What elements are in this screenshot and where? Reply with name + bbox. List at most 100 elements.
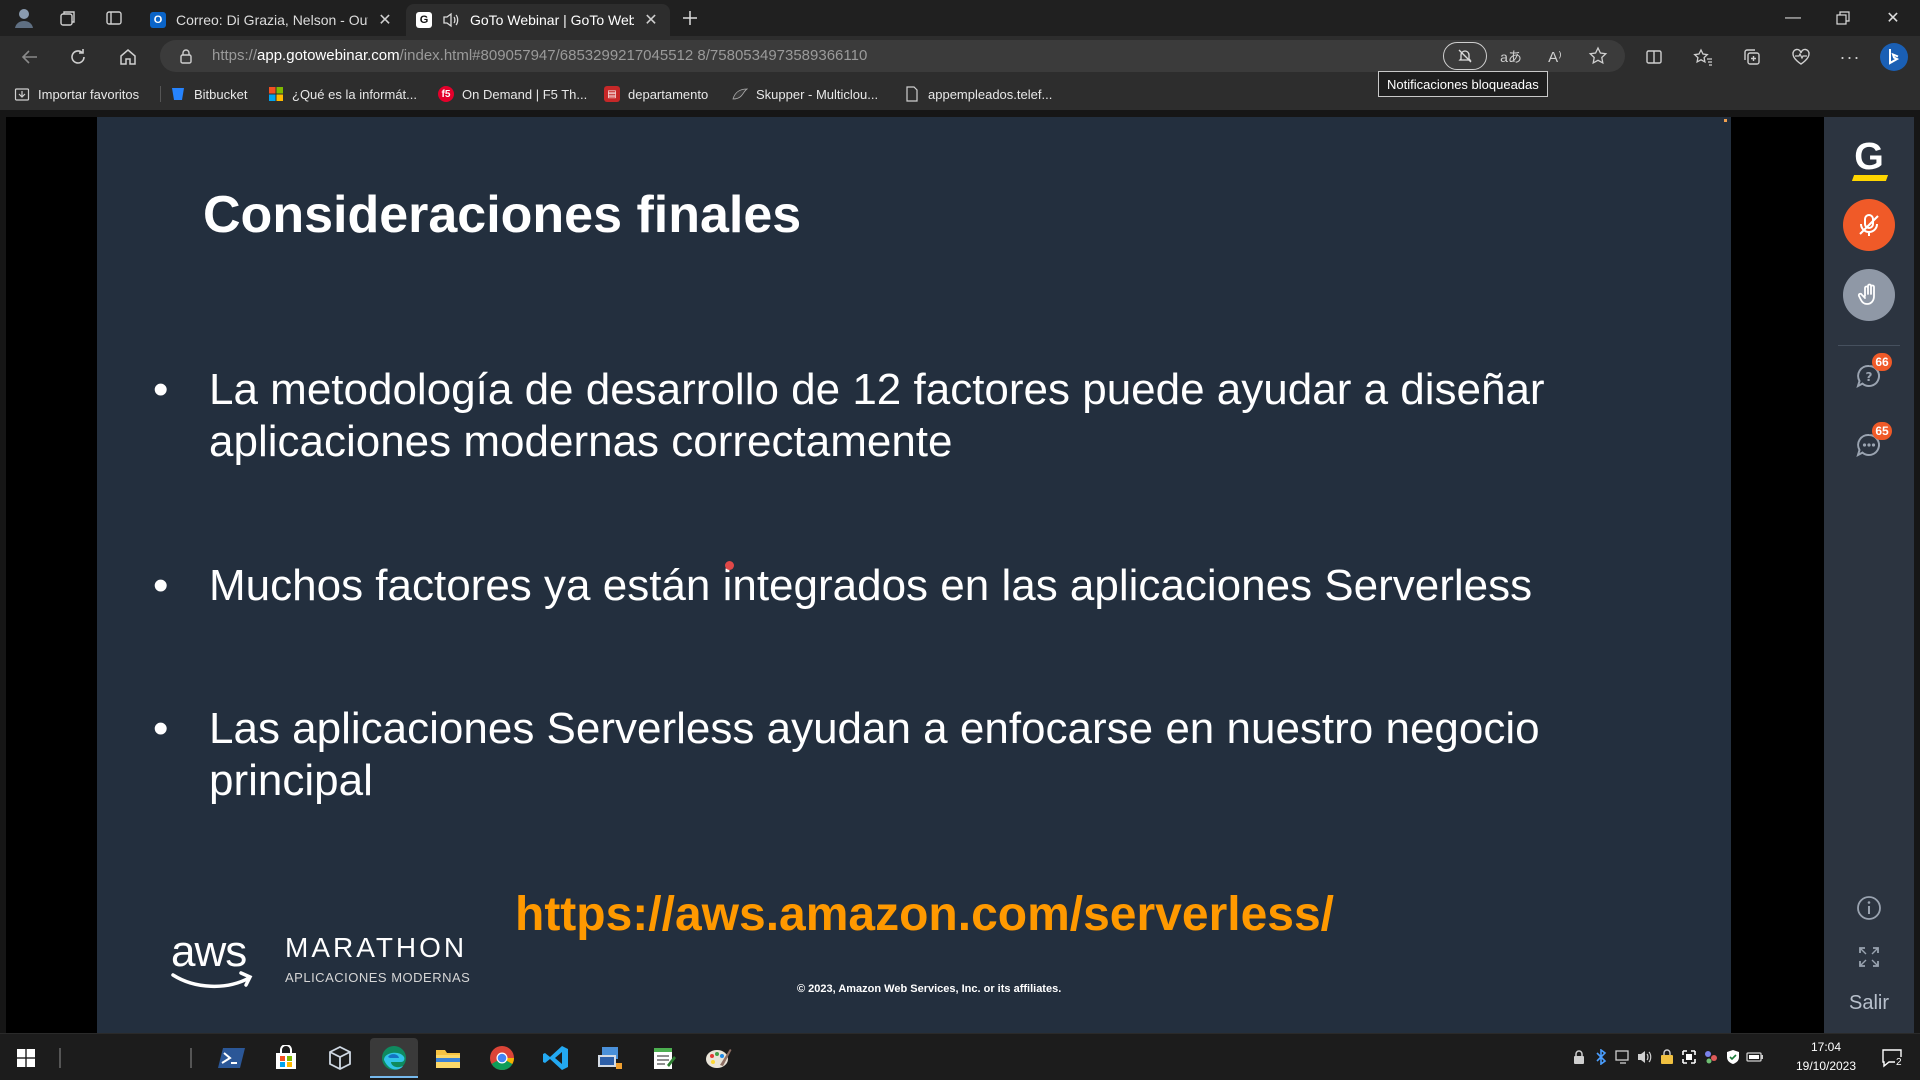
- presentation-slide: Consideraciones finales • La metodología…: [97, 117, 1731, 1033]
- questions-badge: 66: [1872, 353, 1892, 371]
- fullscreen-button[interactable]: [1854, 942, 1884, 972]
- restore-button[interactable]: [1818, 0, 1868, 36]
- slide-bullet: • La metodología de desarrollo de 12 fac…: [153, 364, 1693, 468]
- questions-button[interactable]: ? 66: [1854, 353, 1892, 391]
- corner-marker: [1724, 119, 1727, 122]
- favorite-item[interactable]: ¿Qué es la informát...: [268, 83, 417, 105]
- taskbar-chrome[interactable]: [478, 1038, 526, 1078]
- favorite-item[interactable]: Bitbucket: [170, 83, 247, 105]
- tray-vpn-icon[interactable]: [1570, 1048, 1588, 1066]
- fullscreen-icon: [1859, 947, 1879, 967]
- notification-count: 2: [1895, 1057, 1903, 1068]
- aws-smile-icon: [171, 971, 253, 988]
- raise-hand-button[interactable]: [1843, 269, 1895, 321]
- favorite-item[interactable]: f5 On Demand | F5 Th...: [438, 83, 587, 105]
- read-aloud-icon[interactable]: A⁾: [1544, 46, 1566, 68]
- close-tab-icon[interactable]: ✕: [642, 11, 660, 29]
- lock-icon[interactable]: [178, 48, 194, 64]
- favorite-star-icon[interactable]: [1588, 46, 1608, 66]
- taskbar-edge[interactable]: [370, 1038, 418, 1078]
- refresh-button[interactable]: [62, 41, 94, 73]
- tray-security-icon[interactable]: [1658, 1048, 1676, 1066]
- start-button[interactable]: [2, 1038, 50, 1078]
- panel-divider: [1838, 345, 1900, 346]
- favorite-item[interactable]: appempleados.telef...: [904, 83, 1052, 105]
- favorites-button[interactable]: [1687, 41, 1719, 73]
- notification-center-button[interactable]: 2: [1872, 1042, 1912, 1074]
- tray-network-icon[interactable]: [1614, 1048, 1632, 1066]
- taskbar-remote-desktop[interactable]: [586, 1038, 634, 1078]
- goto-logo: G: [1847, 137, 1891, 183]
- taskbar-powershell[interactable]: [208, 1038, 256, 1078]
- info-icon: [1857, 896, 1881, 920]
- close-window-button[interactable]: ✕: [1868, 0, 1918, 36]
- tab-outlook[interactable]: O Correo: Di Grazia, Nelson - Outlo ✕: [140, 4, 404, 36]
- exit-button[interactable]: Salir: [1824, 992, 1914, 1015]
- tray-volume-icon[interactable]: [1636, 1048, 1654, 1066]
- minimize-icon: —: [1785, 9, 1801, 26]
- workspaces-button[interactable]: [50, 4, 86, 32]
- paint-palette-icon: [706, 1049, 732, 1068]
- tray-display-icon[interactable]: [1680, 1048, 1698, 1066]
- notifications-tooltip: Notificaciones bloqueadas: [1378, 71, 1548, 97]
- favorite-item[interactable]: ▤ departamento: [604, 83, 708, 105]
- favorite-label: ¿Qué es la informát...: [292, 86, 417, 102]
- svg-text:?: ?: [1866, 370, 1873, 384]
- bing-copilot-button[interactable]: [1878, 41, 1910, 73]
- minimize-button[interactable]: —: [1768, 0, 1818, 36]
- address-bar[interactable]: https://app.gotowebinar.com/index.html#8…: [160, 40, 1625, 72]
- tray-battery-icon[interactable]: [1746, 1048, 1764, 1066]
- raise-hand-icon: [1857, 283, 1875, 305]
- system-clock[interactable]: 17:04 19/10/2023: [1780, 1038, 1872, 1076]
- browser-essentials-button[interactable]: [1785, 41, 1817, 73]
- bullet-icon: •: [153, 704, 169, 753]
- microphone-button[interactable]: [1843, 199, 1895, 251]
- taskbar-paint[interactable]: [694, 1038, 742, 1078]
- profile-avatar[interactable]: [6, 4, 42, 32]
- tab-title: GoTo Webinar | GoTo Webin: [470, 12, 634, 28]
- bullet-icon: •: [153, 561, 169, 610]
- favorite-label: appempleados.telef...: [928, 86, 1053, 102]
- heart-pulse-icon: [1792, 48, 1810, 65]
- favorite-label: Importar favoritos: [38, 86, 140, 102]
- aws-logo-text: aws: [171, 927, 247, 976]
- bing-icon: [1880, 43, 1908, 71]
- info-button[interactable]: [1854, 893, 1884, 923]
- back-button[interactable]: [14, 41, 46, 73]
- more-icon: ···: [1839, 46, 1861, 67]
- restore-icon: [1836, 11, 1850, 25]
- speaker-icon: [443, 12, 459, 28]
- vertical-tabs-button[interactable]: [96, 4, 132, 32]
- taskbar-file-explorer[interactable]: [424, 1038, 472, 1078]
- tray-shield-icon[interactable]: [1724, 1048, 1742, 1066]
- home-button[interactable]: [112, 41, 144, 73]
- url-text[interactable]: https://app.gotowebinar.com/index.html#8…: [212, 47, 867, 64]
- folder-icon: [436, 1050, 460, 1068]
- taskbar-3d-viewer[interactable]: [316, 1038, 364, 1078]
- collections-icon: [1744, 49, 1760, 65]
- slide-bullet: • Muchos factores ya están integrados en…: [153, 560, 1693, 612]
- taskbar-notepad[interactable]: [640, 1038, 688, 1078]
- collections-button[interactable]: [1736, 41, 1768, 73]
- tray-bluetooth-icon[interactable]: [1592, 1048, 1610, 1066]
- tab-gotowebinar[interactable]: G GoTo Webinar | GoTo Webin ✕: [406, 4, 670, 36]
- chat-button[interactable]: 65: [1854, 422, 1892, 460]
- aws-logo: aws: [171, 927, 261, 997]
- new-tab-button[interactable]: [672, 4, 708, 32]
- translate-icon[interactable]: aあ: [1500, 46, 1522, 68]
- favorite-item[interactable]: Skupper - Multiclou...: [732, 83, 878, 105]
- slide-link[interactable]: https://aws.amazon.com/serverless/: [515, 887, 1334, 942]
- close-tab-icon[interactable]: ✕: [376, 11, 394, 29]
- more-options-button[interactable]: ···: [1834, 41, 1866, 73]
- laser-pointer: [725, 561, 734, 570]
- taskbar-vscode[interactable]: [532, 1038, 580, 1078]
- tray-teams-icon[interactable]: [1702, 1048, 1720, 1066]
- split-screen-button[interactable]: [1638, 41, 1670, 73]
- slide-bullet: • Las aplicaciones Serverless ayudan a e…: [153, 703, 1693, 807]
- page-icon: [904, 86, 920, 102]
- favorite-item[interactable]: Importar favoritos: [14, 83, 139, 105]
- workspaces-icon: [60, 11, 75, 26]
- taskbar-store[interactable]: [262, 1038, 310, 1078]
- notifications-blocked-button[interactable]: [1443, 42, 1487, 70]
- browser-toolbar: https://app.gotowebinar.com/index.html#8…: [0, 36, 1920, 78]
